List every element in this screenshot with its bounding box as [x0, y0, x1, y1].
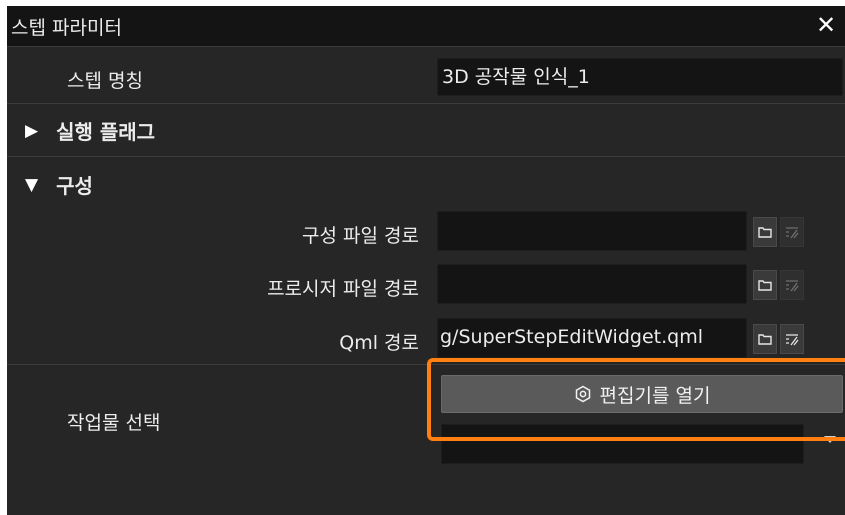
config-file-path-label: 구성 파일 경로 [302, 225, 419, 247]
clear-icon [786, 280, 799, 292]
divider [7, 156, 845, 157]
config-title: 구성 [56, 174, 93, 198]
open-editor-label: 편집기를 열기 [599, 384, 711, 407]
folder-open-button[interactable] [753, 324, 777, 354]
workpiece-select-label: 작업물 선택 [67, 412, 161, 434]
combobox-dropdown-button[interactable] [804, 424, 845, 464]
clear-path-button[interactable] [780, 270, 804, 300]
step-name-value: 3D 공작물 인식_1 [442, 66, 590, 88]
panel-title-bar: 스텝 파라미터 ✕ [7, 6, 845, 47]
chevron-down-icon [824, 436, 836, 443]
folder-open-button[interactable] [753, 270, 777, 300]
expand-right-icon: ▶ [25, 120, 39, 141]
open-editor-button[interactable]: 편집기를 열기 [441, 375, 843, 413]
clear-path-button[interactable] [780, 217, 804, 247]
folder-icon [758, 227, 772, 238]
close-icon[interactable]: ✕ [811, 8, 841, 42]
step-name-input[interactable]: 3D 공작물 인식_1 [437, 58, 843, 96]
folder-icon [758, 280, 772, 291]
collapse-down-icon: ▼ [25, 174, 39, 195]
clear-icon [786, 227, 799, 239]
config-file-path-input[interactable] [437, 211, 747, 251]
run-flags-header[interactable]: ▶ 실행 플래그 [25, 116, 155, 145]
config-header[interactable]: ▼ 구성 [25, 170, 93, 199]
panel-title: 스텝 파라미터 [11, 17, 122, 39]
procedure-file-path-label: 프로시저 파일 경로 [267, 278, 419, 300]
workpiece-combobox[interactable] [441, 424, 804, 464]
procedure-file-path-input[interactable] [437, 264, 747, 304]
divider [7, 364, 845, 365]
clear-path-button[interactable] [780, 324, 804, 354]
qml-path-input[interactable]: g/SuperStepEditWidget.qml [437, 318, 747, 358]
run-flags-title: 실행 플래그 [56, 120, 156, 144]
step-parameter-panel: 스텝 파라미터 ✕ 스텝 명칭 3D 공작물 인식_1 ▶ 실행 플래그 ▼ 구… [7, 6, 845, 515]
qml-path-label: Qml 경로 [339, 332, 419, 354]
qml-path-value: g/SuperStepEditWidget.qml [440, 326, 703, 348]
divider [7, 103, 845, 104]
folder-icon [758, 334, 772, 345]
hexagon-settings-icon [575, 385, 590, 403]
clear-icon [786, 334, 799, 346]
folder-open-button[interactable] [753, 217, 777, 247]
step-name-label: 스텝 명칭 [67, 70, 143, 92]
